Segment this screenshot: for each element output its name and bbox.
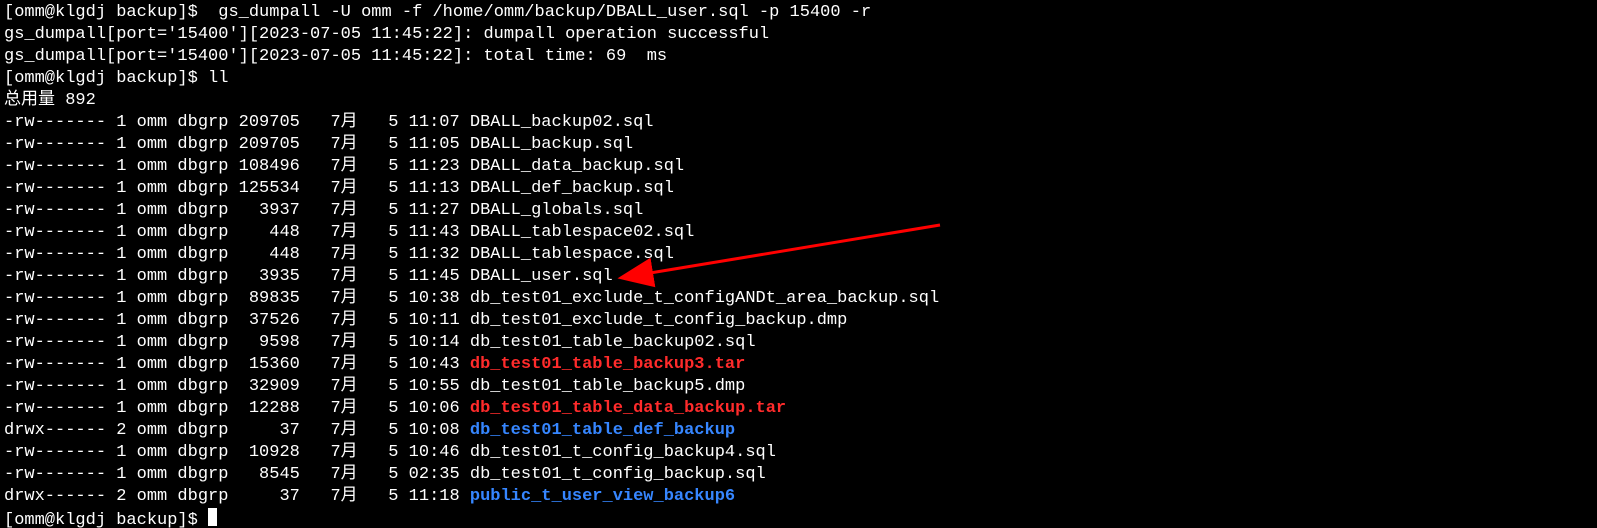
file-name: db_test01_table_backup02.sql (470, 333, 756, 352)
file-row: -rw------- 1 omm dbgrp 37526 7月 5 10:11 … (4, 311, 847, 330)
file-name: db_test01_exclude_t_config_backup.dmp (470, 311, 847, 330)
file-name: DBALL_data_backup.sql (470, 157, 684, 176)
prompt-line-2: [omm@klgdj backup]$ ll (4, 69, 228, 88)
prompt-user: [omm@klgdj backup]$ (4, 3, 198, 22)
file-name: db_test01_table_backup5.dmp (470, 377, 745, 396)
file-name: db_test01_t_config_backup.sql (470, 465, 766, 484)
cursor-icon (208, 508, 217, 526)
file-row: -rw------- 1 omm dbgrp 89835 7月 5 10:38 … (4, 289, 939, 308)
file-name: db_test01_table_def_backup (470, 421, 735, 440)
file-name: DBALL_def_backup.sql (470, 179, 674, 198)
file-name: DBALL_globals.sql (470, 201, 643, 220)
output-line: gs_dumpall[port='15400'][2023-07-05 11:4… (4, 25, 769, 44)
prompt-command: gs_dumpall -U omm -f /home/omm/backup/DB… (198, 3, 871, 22)
file-row: -rw------- 1 omm dbgrp 108496 7月 5 11:23… (4, 157, 684, 176)
file-name: DBALL_tablespace.sql (470, 245, 674, 264)
terminal-output[interactable]: [omm@klgdj backup]$ gs_dumpall -U omm -f… (0, 0, 1597, 528)
file-row: -rw------- 1 omm dbgrp 12288 7月 5 10:06 … (4, 399, 786, 418)
file-row: -rw------- 1 omm dbgrp 8545 7月 5 02:35 d… (4, 465, 766, 484)
file-name: DBALL_user.sql (470, 267, 613, 286)
file-row: -rw------- 1 omm dbgrp 9598 7月 5 10:14 d… (4, 333, 756, 352)
file-row: -rw------- 1 omm dbgrp 3935 7月 5 11:45 D… (4, 267, 613, 286)
prompt-command: ll (198, 69, 229, 88)
file-row: -rw------- 1 omm dbgrp 209705 7月 5 11:05… (4, 135, 633, 154)
output-line: gs_dumpall[port='15400'][2023-07-05 11:4… (4, 47, 667, 66)
file-row: -rw------- 1 omm dbgrp 10928 7月 5 10:46 … (4, 443, 776, 462)
file-row: -rw------- 1 omm dbgrp 32909 7月 5 10:55 … (4, 377, 745, 396)
file-row: -rw------- 1 omm dbgrp 448 7月 5 11:32 DB… (4, 245, 674, 264)
file-row: -rw------- 1 omm dbgrp 15360 7月 5 10:43 … (4, 355, 745, 374)
file-row: -rw------- 1 omm dbgrp 448 7月 5 11:43 DB… (4, 223, 694, 242)
file-name: db_test01_t_config_backup4.sql (470, 443, 776, 462)
file-row: drwx------ 2 omm dbgrp 37 7月 5 10:08 db_… (4, 421, 735, 440)
file-listing: -rw------- 1 omm dbgrp 209705 7月 5 11:07… (4, 112, 1593, 508)
total-line: 总用量 892 (4, 91, 96, 110)
prompt-command (198, 511, 208, 528)
prompt-user: [omm@klgdj backup]$ (4, 511, 198, 528)
file-name: db_test01_table_data_backup.tar (470, 399, 786, 418)
file-name: db_test01_table_backup3.tar (470, 355, 745, 374)
prompt-user: [omm@klgdj backup]$ (4, 69, 198, 88)
file-name: public_t_user_view_backup6 (470, 487, 735, 506)
prompt-line-3: [omm@klgdj backup]$ (4, 511, 217, 528)
prompt-line-1: [omm@klgdj backup]$ gs_dumpall -U omm -f… (4, 3, 871, 22)
file-row: -rw------- 1 omm dbgrp 3937 7月 5 11:27 D… (4, 201, 643, 220)
file-row: -rw------- 1 omm dbgrp 125534 7月 5 11:13… (4, 179, 674, 198)
file-name: db_test01_exclude_t_configANDt_area_back… (470, 289, 939, 308)
file-name: DBALL_backup.sql (470, 135, 633, 154)
file-name: DBALL_tablespace02.sql (470, 223, 694, 242)
file-name: DBALL_backup02.sql (470, 113, 654, 132)
file-row: drwx------ 2 omm dbgrp 37 7月 5 11:18 pub… (4, 487, 735, 506)
file-row: -rw------- 1 omm dbgrp 209705 7月 5 11:07… (4, 113, 654, 132)
